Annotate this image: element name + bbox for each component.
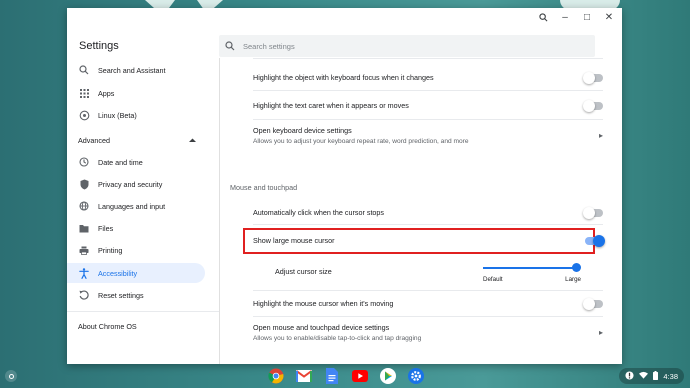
large-cursor-row[interactable]: Show large mouse cursor bbox=[253, 234, 605, 247]
auto-click-toggle[interactable] bbox=[583, 206, 603, 219]
chrome-icon[interactable] bbox=[266, 367, 286, 385]
sidebar-advanced-toggle[interactable]: Advanced bbox=[78, 136, 196, 145]
gmail-icon[interactable] bbox=[294, 367, 314, 385]
launcher-button[interactable] bbox=[5, 370, 17, 382]
sidebar-item-label: Files bbox=[98, 223, 114, 233]
zoom-icon[interactable] bbox=[534, 9, 552, 25]
chevron-right-icon: ▸ bbox=[598, 131, 603, 140]
sidebar-item-privacy[interactable]: Privacy and security bbox=[67, 174, 205, 194]
reset-icon bbox=[78, 289, 90, 301]
globe-icon bbox=[78, 200, 90, 212]
sidebar-item-label: Date and time bbox=[98, 157, 143, 167]
keyboard-focus-highlight-row[interactable]: Highlight the object with keyboard focus… bbox=[253, 71, 603, 84]
keyboard-device-settings-link[interactable]: Open keyboard device settings Allows you… bbox=[253, 126, 603, 145]
sidebar-item-label: Privacy and security bbox=[98, 179, 163, 189]
notification-icon bbox=[625, 370, 634, 382]
close-button[interactable]: ✕ bbox=[600, 9, 618, 25]
folder-icon bbox=[78, 222, 90, 234]
row-sublabel: Allows you to enable/disable tap-to-clic… bbox=[253, 335, 422, 342]
search-icon bbox=[78, 64, 90, 76]
cursor-size-row: Adjust cursor size bbox=[275, 267, 475, 276]
row-label: Highlight the object with keyboard focus… bbox=[253, 73, 434, 82]
search-icon bbox=[225, 41, 235, 51]
clock-time: 4:38 bbox=[663, 371, 678, 381]
search-placeholder: Search settings bbox=[243, 41, 295, 51]
row-divider bbox=[253, 224, 603, 225]
text-caret-highlight-toggle[interactable] bbox=[583, 99, 603, 112]
sidebar-item-label: Search and Assistant bbox=[98, 65, 166, 75]
sidebar-advanced-label: Advanced bbox=[78, 136, 110, 145]
chevron-right-icon: ▸ bbox=[598, 328, 603, 337]
sidebar-item-label: Reset settings bbox=[98, 290, 144, 300]
sidebar-item-accessibility[interactable]: Accessibility bbox=[67, 263, 205, 283]
sidebar-item-files[interactable]: Files bbox=[67, 218, 205, 238]
row-label: Highlight the mouse cursor when it's mov… bbox=[253, 299, 394, 308]
shield-icon bbox=[78, 178, 90, 190]
row-label: Open keyboard device settings bbox=[253, 126, 352, 135]
row-label: Open mouse and touchpad device settings bbox=[253, 323, 390, 332]
minimize-button[interactable]: – bbox=[556, 9, 574, 25]
sidebar-item-reset[interactable]: Reset settings bbox=[67, 285, 205, 305]
sidebar-item-about[interactable]: About Chrome OS bbox=[67, 316, 205, 336]
status-tray[interactable]: 4:38 bbox=[619, 368, 684, 384]
sidebar: Search and Assistant Apps Linux (Beta) A… bbox=[67, 58, 219, 364]
row-label: Adjust cursor size bbox=[275, 267, 332, 276]
sidebar-divider bbox=[67, 311, 219, 312]
play-store-icon[interactable] bbox=[378, 367, 398, 385]
slider-knob[interactable] bbox=[572, 263, 581, 272]
sidebar-item-label: Printing bbox=[98, 245, 123, 255]
chevron-up-icon bbox=[189, 136, 196, 145]
auto-click-row[interactable]: Automatically click when the cursor stop… bbox=[253, 206, 603, 219]
row-label: Highlight the text caret when it appears… bbox=[253, 101, 409, 110]
maximize-button[interactable]: □ bbox=[578, 9, 596, 25]
youtube-icon[interactable] bbox=[350, 367, 370, 385]
highlight-cursor-row[interactable]: Highlight the mouse cursor when it's mov… bbox=[253, 297, 603, 310]
battery-icon bbox=[653, 370, 659, 382]
slider-min-label: Default bbox=[483, 276, 503, 283]
shelf-apps bbox=[266, 367, 426, 385]
accessibility-icon bbox=[78, 267, 90, 279]
row-divider bbox=[253, 58, 603, 59]
row-divider bbox=[253, 290, 603, 291]
sidebar-item-linux[interactable]: Linux (Beta) bbox=[67, 105, 205, 125]
row-divider bbox=[253, 316, 603, 317]
highlight-cursor-toggle[interactable] bbox=[583, 297, 603, 310]
row-label: Show large mouse cursor bbox=[253, 236, 335, 245]
sidebar-item-languages[interactable]: Languages and input bbox=[67, 196, 205, 216]
keyboard-focus-highlight-toggle[interactable] bbox=[583, 71, 603, 84]
row-divider bbox=[253, 119, 603, 120]
settings-icon[interactable] bbox=[406, 367, 426, 385]
search-input[interactable]: Search settings bbox=[219, 35, 595, 57]
settings-window: – □ ✕ Settings Search settings Search an… bbox=[67, 8, 622, 364]
shelf: 4:38 bbox=[0, 364, 690, 388]
linux-icon bbox=[78, 109, 90, 121]
text-caret-highlight-row[interactable]: Highlight the text caret when it appears… bbox=[253, 99, 603, 112]
slider-track bbox=[483, 267, 577, 269]
printer-icon bbox=[78, 244, 90, 256]
sidebar-item-date-time[interactable]: Date and time bbox=[67, 152, 205, 172]
sidebar-item-search-assistant[interactable]: Search and Assistant bbox=[67, 60, 205, 80]
row-sublabel: Allows you to adjust your keyboard repea… bbox=[253, 138, 469, 145]
row-divider bbox=[253, 90, 603, 91]
slider-labels: Default Large bbox=[483, 276, 581, 283]
clock-icon bbox=[78, 156, 90, 168]
docs-icon[interactable] bbox=[322, 367, 342, 385]
mouse-touchpad-section-title: Mouse and touchpad bbox=[230, 183, 298, 192]
apps-grid-icon bbox=[78, 87, 90, 99]
app-title: Settings bbox=[79, 40, 119, 52]
accessibility-settings-content: Highlight the object with keyboard focus… bbox=[219, 58, 622, 364]
wifi-icon bbox=[639, 371, 649, 381]
sidebar-item-label: Languages and input bbox=[98, 201, 166, 211]
large-cursor-toggle[interactable] bbox=[585, 234, 605, 247]
slider-max-label: Large bbox=[565, 276, 581, 283]
sidebar-item-label: Apps bbox=[98, 88, 115, 98]
title-bar: – □ ✕ bbox=[67, 8, 622, 26]
row-label: Automatically click when the cursor stop… bbox=[253, 208, 385, 217]
sidebar-item-label: About Chrome OS bbox=[78, 321, 137, 331]
mouse-device-settings-link[interactable]: Open mouse and touchpad device settings … bbox=[253, 323, 603, 342]
sidebar-item-apps[interactable]: Apps bbox=[67, 83, 205, 103]
sidebar-item-printing[interactable]: Printing bbox=[67, 240, 205, 260]
sidebar-item-label: Linux (Beta) bbox=[98, 110, 137, 120]
sidebar-item-label: Accessibility bbox=[98, 268, 138, 278]
